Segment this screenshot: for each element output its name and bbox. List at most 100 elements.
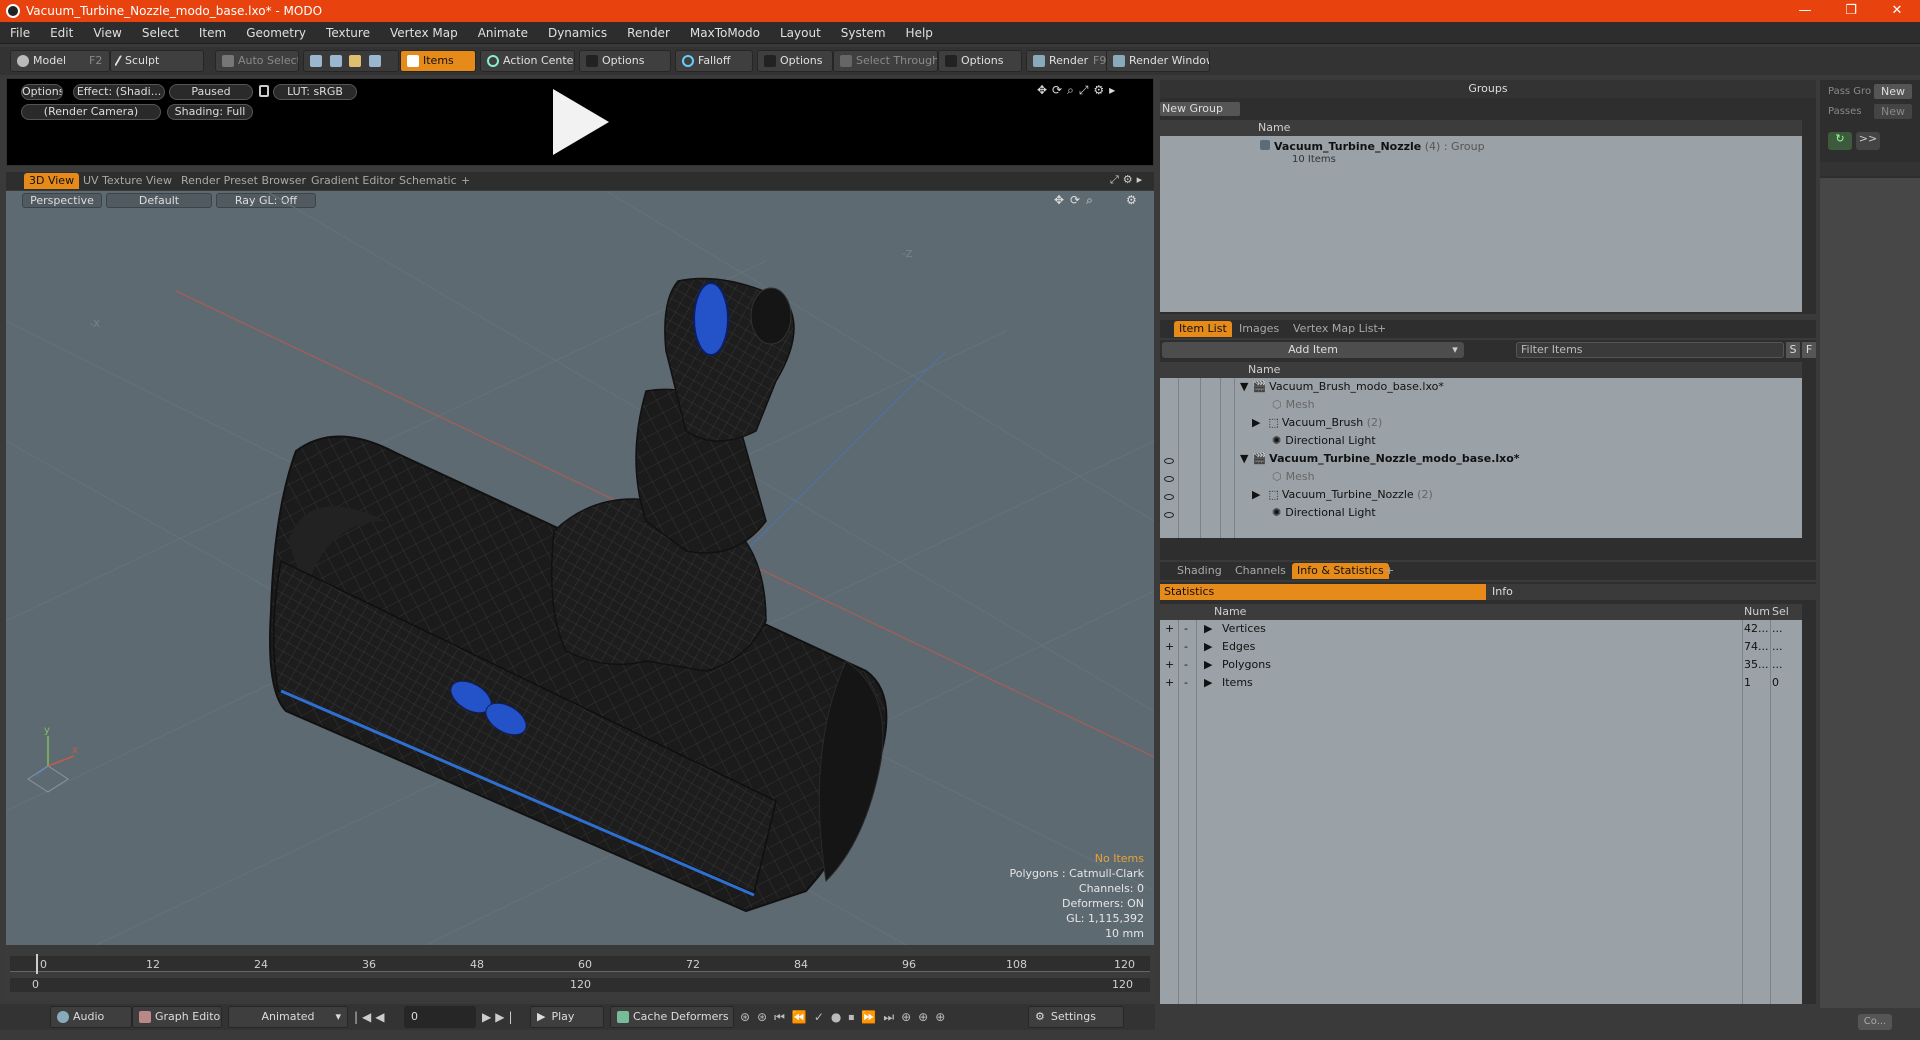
timeline[interactable]: 0 12 24 36 48 60 72 84 96 108 120 0 120 …	[6, 950, 1154, 1000]
menu-maxtomodo[interactable]: MaxToModo	[680, 26, 770, 40]
menu-layout[interactable]: Layout	[770, 26, 831, 40]
tab-vertex-map-list[interactable]: Vertex Map List	[1288, 321, 1383, 337]
statistics-tab[interactable]: Statistics	[1160, 584, 1486, 600]
scene-row-turbine-nozzle[interactable]: ▼ 🎬 Vacuum_Turbine_Nozzle_modo_base.lxo*	[1240, 450, 1520, 468]
filter-items-input[interactable]: Filter Items	[1516, 342, 1784, 358]
add-itemlist-tab[interactable]: +	[1372, 321, 1391, 337]
prev-key-buttons[interactable]: |◀◀	[354, 1010, 389, 1024]
minus-icon[interactable]: -	[1184, 638, 1188, 656]
maximize-button[interactable]: ❐	[1828, 0, 1874, 22]
stats-row-edges[interactable]: + - ▶ Edges 74... ...	[1160, 638, 1802, 656]
preview-effect-dropdown[interactable]: Effect: (Shadi...	[73, 84, 165, 100]
timeline-range-bar[interactable]: 0 120 120	[10, 978, 1150, 992]
light-row-nozzle[interactable]: ✺ Directional Light	[1272, 504, 1376, 522]
expand-arrow-icon[interactable]: ▼	[1240, 380, 1248, 393]
3d-viewport[interactable]: Perspective Default Ray GL: Off ✥⟳⌕ ⚙ -X…	[6, 191, 1154, 945]
minus-icon[interactable]: -	[1184, 656, 1188, 674]
auto-select-button[interactable]: Auto Select	[215, 50, 299, 72]
tab-images[interactable]: Images	[1234, 321, 1284, 337]
action-center-options-button[interactable]: Options	[579, 50, 671, 72]
menu-vertex-map[interactable]: Vertex Map	[380, 26, 468, 40]
select-through-options-button[interactable]: Options	[938, 50, 1022, 72]
menu-edit[interactable]: Edit	[40, 26, 83, 40]
tab-3d-view[interactable]: 3D View	[24, 173, 80, 189]
animated-dropdown[interactable]: Animated ▾	[228, 1006, 348, 1028]
graph-editor-button[interactable]: Graph Editor	[132, 1006, 222, 1028]
items-mode-button[interactable]: Items	[400, 50, 476, 72]
scene-row-vacuum-brush[interactable]: ▼ 🎬 Vacuum_Brush_modo_base.lxo*	[1240, 378, 1444, 396]
item-list[interactable]: ▼ 🎬 Vacuum_Brush_modo_base.lxo* ⬡ Mesh ▶ ⬚ Va…	[1160, 378, 1802, 538]
menu-item[interactable]: Item	[189, 26, 236, 40]
expand-arrow-icon[interactable]: ▶	[1204, 620, 1212, 638]
edges-mode-icon[interactable]	[329, 55, 342, 67]
select-through-button[interactable]: Select Through	[833, 50, 938, 72]
stats-table[interactable]: + - ▶ Vertices 42... ... + - ▶ Edges 74...…	[1160, 620, 1802, 1004]
menu-animate[interactable]: Animate	[468, 26, 538, 40]
group-row-vacuum-brush[interactable]: ▶ ⬚ Vacuum_Brush (2)	[1252, 414, 1382, 432]
tab-channels[interactable]: Channels	[1230, 563, 1291, 579]
menu-select[interactable]: Select	[132, 26, 189, 40]
expand-arrow-icon[interactable]: ▶	[1204, 656, 1212, 674]
settings-button[interactable]: ⚙ Settings	[1028, 1006, 1124, 1028]
viewport-panel-icons[interactable]: ⤢⚙▸	[1110, 173, 1146, 187]
refresh-icon[interactable]: ↻	[1828, 132, 1852, 150]
vertices-mode-icon[interactable]	[310, 55, 322, 67]
preview-options-button[interactable]: Options	[21, 84, 63, 100]
shading-dropdown[interactable]: Shading: Full	[167, 104, 253, 120]
visibility-eye-icon[interactable]	[1164, 494, 1174, 500]
passes-list[interactable]	[1820, 178, 1920, 1008]
expand-arrow-icon[interactable]: ▶	[1204, 674, 1212, 692]
tab-render-preset-browser[interactable]: Render Preset Browser	[176, 173, 311, 189]
collapse-arrow-icon[interactable]: ▶	[1252, 488, 1260, 501]
stats-row-items[interactable]: + - ▶ Items 1 0	[1160, 674, 1802, 692]
menu-view[interactable]: View	[83, 26, 131, 40]
stats-row-polygons[interactable]: + - ▶ Polygons 35... ...	[1160, 656, 1802, 674]
model-mode-button[interactable]: Model F2	[10, 50, 110, 72]
collapse-arrow-icon[interactable]: ▶	[1252, 416, 1260, 429]
add-item-chevron-icon[interactable]: ▾	[1446, 342, 1464, 358]
sculpt-mode-button[interactable]: Sculpt	[110, 50, 204, 72]
light-row-brush[interactable]: ✺ Directional Light	[1272, 432, 1376, 450]
preview-paused-toggle[interactable]: Paused	[169, 84, 253, 100]
expand-arrow-icon[interactable]: ▶	[1204, 638, 1212, 656]
lock-icon[interactable]	[259, 85, 269, 97]
menu-file[interactable]: File	[0, 26, 40, 40]
co-button[interactable]: Co...	[1858, 1014, 1892, 1030]
tab-gradient-editor[interactable]: Gradient Editor	[306, 173, 400, 189]
add-tab-button[interactable]: +	[456, 173, 475, 189]
render-button[interactable]: Render F9	[1026, 50, 1108, 72]
tab-schematic[interactable]: Schematic	[394, 173, 462, 189]
forward-button[interactable]: >>	[1856, 132, 1880, 150]
preview-nav-icons[interactable]: ✥⟳⌕⤢⚙▸	[1037, 83, 1120, 98]
menu-system[interactable]: System	[831, 26, 896, 40]
info-tab[interactable]: Info	[1486, 584, 1816, 600]
menu-texture[interactable]: Texture	[316, 26, 380, 40]
minimize-button[interactable]: —	[1782, 0, 1828, 22]
new-pass-group-button[interactable]: New	[1874, 84, 1912, 99]
visibility-eye-icon[interactable]	[1164, 476, 1174, 482]
minus-icon[interactable]: -	[1184, 674, 1188, 692]
visibility-eye-icon[interactable]	[1164, 512, 1174, 518]
expand-arrow-icon[interactable]: ▼	[1240, 452, 1248, 465]
plus-icon[interactable]: +	[1165, 656, 1174, 674]
cache-deformers-button[interactable]: Cache Deformers	[610, 1006, 734, 1028]
new-pass-button[interactable]: New	[1874, 104, 1912, 119]
plus-icon[interactable]: +	[1165, 620, 1174, 638]
menu-dynamics[interactable]: Dynamics	[538, 26, 617, 40]
falloff-button[interactable]: Falloff	[675, 50, 753, 72]
groups-list[interactable]: Vacuum_Turbine_Nozzle (4) : Group 10 Ite…	[1160, 136, 1802, 312]
menu-render[interactable]: Render	[617, 26, 680, 40]
audio-button[interactable]: Audio	[50, 1006, 132, 1028]
visibility-eye-icon[interactable]	[1164, 458, 1174, 464]
polygons-mode-icon[interactable]	[349, 55, 361, 67]
play-button[interactable]: ▶ Play	[530, 1006, 604, 1028]
key-tool-icons[interactable]: ⊛⊛⏮⏪✓●⏹⏩⏭⊕⊕⊕	[740, 1010, 952, 1025]
materials-mode-icon[interactable]	[368, 55, 381, 67]
frame-input[interactable]: 0	[404, 1006, 476, 1028]
menu-geometry[interactable]: Geometry	[236, 26, 316, 40]
falloff-options-button[interactable]: Options	[757, 50, 833, 72]
tab-item-list[interactable]: Item List	[1174, 321, 1232, 337]
plus-icon[interactable]: +	[1165, 638, 1174, 656]
tab-info-statistics[interactable]: Info & Statistics	[1292, 563, 1389, 579]
playhead[interactable]	[36, 954, 38, 974]
